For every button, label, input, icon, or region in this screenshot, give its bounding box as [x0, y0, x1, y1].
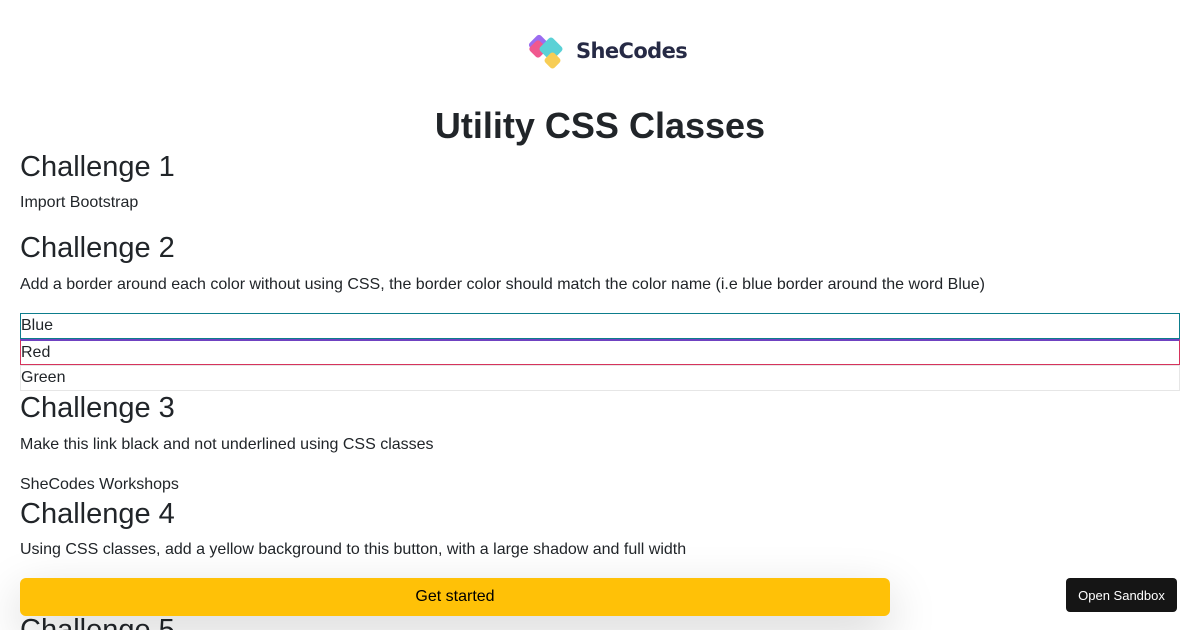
shecodes-logo[interactable]: SheCodes — [527, 28, 688, 74]
challenge-2-heading: Challenge 2 — [20, 232, 175, 264]
logo-text: SheCodes — [576, 39, 688, 63]
color-row-blue: Blue — [20, 313, 1180, 339]
challenge-2-text: Add a border around each color without u… — [20, 276, 985, 293]
challenge-4-heading: Challenge 4 — [20, 498, 175, 530]
shecodes-logo-icon — [528, 34, 563, 69]
color-label-blue: Blue — [21, 317, 54, 334]
page-title: Utility CSS Classes — [434, 105, 766, 146]
challenge-1-text: Import Bootstrap — [20, 194, 139, 211]
shecodes-workshops-link[interactable]: SheCodes Workshops — [20, 475, 179, 495]
color-label-red: Red — [21, 344, 51, 361]
open-sandbox-button[interactable]: Open Sandbox — [1066, 578, 1177, 612]
challenge-4-text: Using CSS classes, add a yellow backgrou… — [20, 541, 687, 558]
challenge-1-heading: Challenge 1 — [20, 151, 175, 183]
color-row-green: Green — [20, 365, 1180, 391]
challenge-3-text: Make this link black and not underlined … — [20, 436, 434, 453]
get-started-button[interactable]: Get started — [20, 578, 890, 616]
color-row-red: Red — [20, 339, 1180, 365]
color-label-green: Green — [21, 369, 66, 386]
page: SheCodes Utility CSS Classes Challenge 1… — [0, 0, 1200, 630]
challenge-3-heading: Challenge 3 — [20, 392, 175, 424]
